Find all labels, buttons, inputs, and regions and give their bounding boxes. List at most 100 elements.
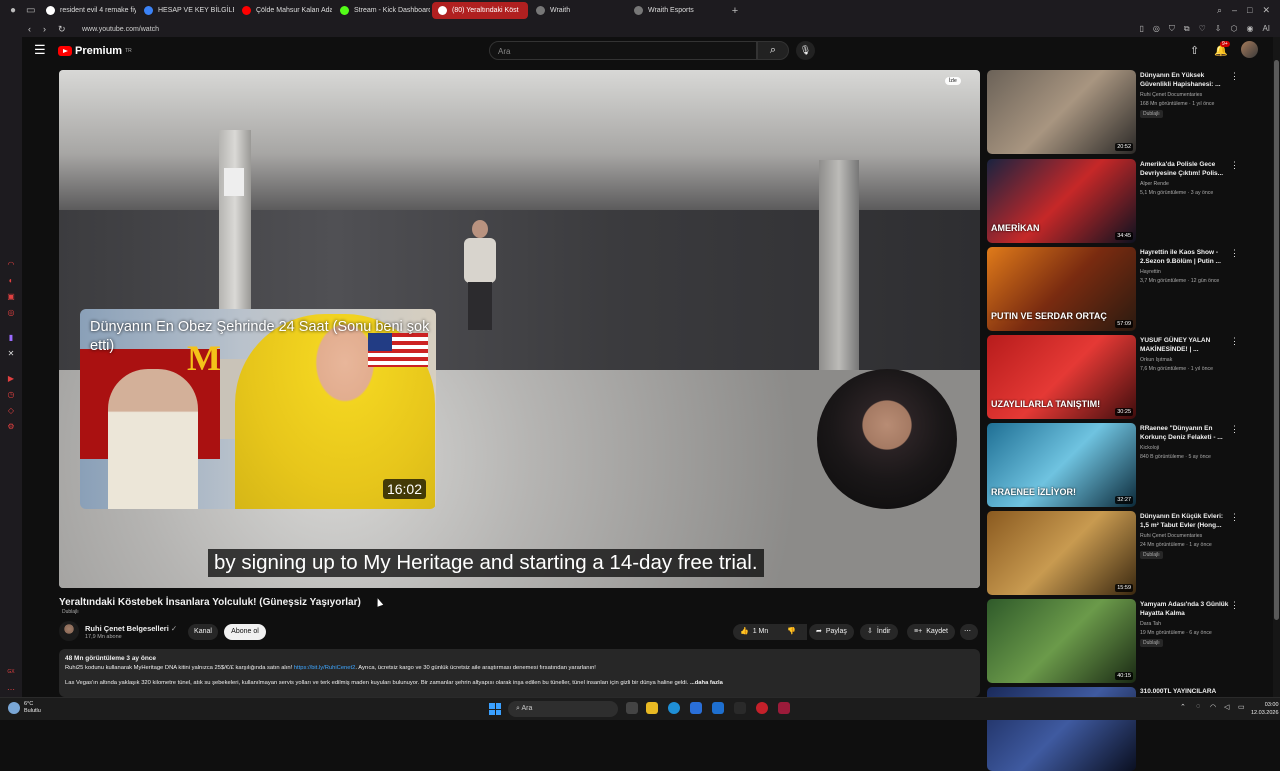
search-tabs-icon[interactable]: ⌕	[1217, 5, 1222, 16]
new-tab-button[interactable]: +	[728, 4, 742, 18]
tray-app-icon[interactable]: ◌	[1196, 703, 1200, 710]
search-input[interactable]: Ara	[489, 41, 757, 60]
more-actions-button[interactable]: ⋯	[960, 624, 978, 640]
extensions-icon[interactable]: ⬡	[1230, 24, 1237, 34]
channel-name[interactable]: Alper Rende	[1140, 181, 1169, 187]
browser-tab[interactable]: HESAP VE KEY BİLGİLERİ	[138, 2, 234, 19]
close-window-icon[interactable]: ✕	[1262, 5, 1270, 16]
subscribe-button[interactable]: Abone ol	[224, 624, 266, 640]
save-button[interactable]: ≡+ Kaydet	[907, 624, 955, 640]
video-thumbnail[interactable]: PUTIN VE SERDAR ORTAÇ 57:09	[987, 247, 1136, 331]
tab-list-icon[interactable]: ▭	[26, 5, 35, 16]
share-button[interactable]: ➦ Paylaş	[809, 624, 854, 640]
sidebar-item-x-icon[interactable]: ✕	[6, 349, 16, 359]
profile-icon[interactable]: ◉	[1246, 24, 1253, 34]
description-box[interactable]: 48 Mn görüntüleme 3 ay önce Ruhi25 kodun…	[59, 649, 980, 697]
opera-gx-icon[interactable]	[756, 702, 768, 714]
minimize-icon[interactable]: –	[1232, 5, 1237, 16]
url-field[interactable]: www.youtube.com/watch	[82, 26, 159, 33]
recommended-video[interactable]: RRAENEE İZLİYOR! 32:27 RRaenee "Dünyanın E…	[987, 423, 1247, 507]
sidebar-item-player-icon[interactable]: ▶	[6, 374, 16, 384]
system-clock[interactable]: 03:00 12.03.2026	[1251, 701, 1279, 717]
browser-tab[interactable]: Wraith Esports	[628, 2, 724, 19]
download-button[interactable]: ⇩ İndir	[860, 624, 898, 640]
more-options-icon[interactable]: ⋮	[1230, 512, 1239, 523]
browser-tab[interactable]: Wraith	[530, 2, 626, 19]
snapshot-icon[interactable]: ⧉	[1184, 24, 1190, 34]
channel-name[interactable]: Ruhi Çenet Documentaries	[1140, 92, 1202, 98]
channel-name[interactable]: Ruhi Çenet Documentaries	[1140, 533, 1202, 539]
volume-icon[interactable]: ◁	[1224, 703, 1229, 711]
sidebar-gx-icon[interactable]: GX	[6, 667, 16, 677]
description-link[interactable]: https://bit.ly/RuhiCenet2	[294, 665, 356, 671]
edge-icon[interactable]	[668, 702, 680, 714]
browser-tab[interactable]: resident evil 4 remake fiyat	[40, 2, 136, 19]
more-options-icon[interactable]: ⋮	[1230, 160, 1239, 171]
watch-badge[interactable]: İzle	[945, 77, 961, 85]
sidebar-more-icon[interactable]: ⋯	[6, 685, 16, 695]
more-options-icon[interactable]: ⋮	[1230, 336, 1239, 347]
video-thumbnail[interactable]: AMERİKAN 34:45	[987, 159, 1136, 243]
video-thumbnail[interactable]: RRAENEE İZLİYOR! 32:27	[987, 423, 1136, 507]
app-icon[interactable]	[734, 702, 746, 714]
task-view-icon[interactable]	[626, 702, 638, 714]
sidebar-item-twitch-icon[interactable]: ▮	[6, 333, 16, 343]
recommended-video[interactable]: UZAYLILARLA TANIŞTIM! 30:25 YUSUF GÜNEY YA…	[987, 335, 1247, 419]
scrollbar-thumb[interactable]	[1274, 60, 1279, 620]
video-thumbnail[interactable]: 20:52	[987, 70, 1136, 154]
show-more-link[interactable]: ...daha fazla	[690, 680, 723, 686]
endscreen-video-card[interactable]: M Dünyanın En Obez Şehrinde 24 Saat (Son…	[80, 309, 436, 509]
sidebar-item-pinboard-icon[interactable]: ◇	[6, 406, 16, 416]
account-avatar[interactable]	[1241, 41, 1258, 58]
back-icon[interactable]: ‹	[28, 24, 31, 35]
sidebar-item-messenger-icon[interactable]: ◎	[6, 308, 16, 318]
sidebar-item-discord-icon[interactable]: ▣	[6, 292, 16, 302]
more-options-icon[interactable]: ⋮	[1230, 248, 1239, 259]
sidebar-item-settings-icon[interactable]: ⚙	[6, 422, 16, 432]
recommended-video[interactable]: 20:52 Dünyanın En Yüksek Güvenlikli Hapis…	[987, 70, 1247, 154]
battery-icon[interactable]: ▭	[1238, 703, 1245, 711]
browser-tab[interactable]: (80) Yeraltındaki Köst	[432, 2, 528, 19]
dislike-button[interactable]: 👎	[781, 624, 803, 640]
maximize-icon[interactable]: □	[1247, 5, 1252, 16]
channel-name[interactable]: Hayrettin	[1140, 269, 1161, 275]
sidebar-item-aria-icon[interactable]: ◐	[6, 276, 16, 286]
channel-name[interactable]: Orkun Işıtmak	[1140, 357, 1172, 363]
store-icon[interactable]	[690, 702, 702, 714]
wifi-icon[interactable]: ◠	[1210, 703, 1216, 711]
video-player[interactable]: İzle M Dünyanın En Obez Şehrinde 24 Saat…	[59, 70, 980, 588]
video-thumbnail[interactable]: UZAYLILARLA TANIŞTIM! 30:25	[987, 335, 1136, 419]
camera-icon[interactable]: ◎	[1153, 24, 1160, 34]
channel-button[interactable]: Kanal	[188, 624, 218, 640]
channel-avatar[interactable]	[59, 621, 79, 641]
weather-widget[interactable]: 6°C Bulutlu	[8, 701, 41, 715]
sidebar-item-home-icon[interactable]: ◠	[6, 260, 16, 270]
menu-icon[interactable]: ☰	[34, 43, 46, 56]
recommended-video[interactable]: 310.000TL YAYINCILARA	[987, 687, 1247, 771]
search-button[interactable]: ⌕	[757, 41, 789, 60]
mail-icon[interactable]	[712, 702, 724, 714]
channel-name[interactable]: Ruhi Çenet Belgeselleri ✓	[85, 624, 177, 633]
taskbar-search[interactable]: ⌕ Ara	[508, 701, 618, 717]
more-options-icon[interactable]: ⋮	[1230, 600, 1239, 611]
ai-label[interactable]: AI	[1262, 24, 1270, 34]
sidebar-item-history-icon[interactable]: ◷	[6, 390, 16, 400]
opera-menu-icon[interactable]: ●	[10, 5, 16, 16]
video-thumbnail[interactable]: 40:15	[987, 599, 1136, 683]
start-button[interactable]	[489, 703, 501, 715]
recommended-video[interactable]: AMERİKAN 34:45 Amerika'da Polisle Gece Dev…	[987, 159, 1247, 243]
download-icon[interactable]: ⇩	[1215, 24, 1222, 34]
more-options-icon[interactable]: ⋮	[1230, 424, 1239, 435]
heart-icon[interactable]: ♡	[1199, 24, 1206, 34]
youtube-premium-logo[interactable]: Premium TR	[58, 45, 132, 57]
recommended-video[interactable]: 40:15 Yamyam Adası'nda 3 Günlük Hayatta K…	[987, 599, 1247, 683]
upload-icon[interactable]: ⇧	[1190, 44, 1199, 57]
reload-icon[interactable]: ↻	[58, 24, 66, 35]
forward-icon[interactable]: ›	[43, 24, 46, 35]
channel-name[interactable]: Dara Tah	[1140, 621, 1161, 627]
tray-expand-icon[interactable]: ⌃	[1180, 703, 1186, 711]
recommended-video[interactable]: 15:59 Dünyanın En Küçük Evleri: 1,5 m² Ta…	[987, 511, 1247, 595]
browser-tab[interactable]: Stream - Kick Dashboard	[334, 2, 430, 19]
voice-search-button[interactable]: 🎙	[796, 41, 815, 60]
opera-icon[interactable]	[778, 702, 790, 714]
